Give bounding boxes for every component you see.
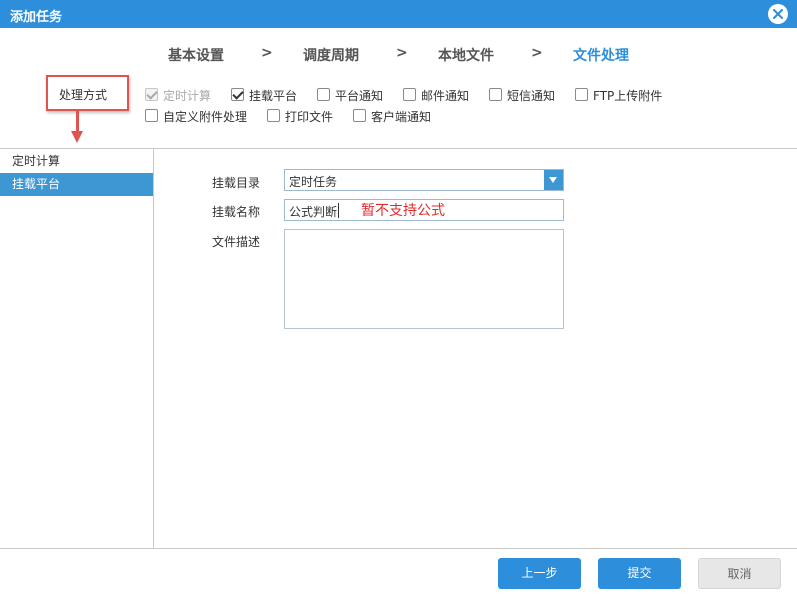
wizard-steps: 基本设置 > 调度周期 > 本地文件 > 文件处理 — [0, 45, 797, 67]
file-desc-label: 文件描述 — [212, 235, 261, 249]
checkbox[interactable] — [145, 88, 158, 101]
window-title: 添加任务 — [10, 10, 63, 25]
checkbox[interactable] — [489, 88, 502, 101]
step-separator: > — [261, 45, 273, 61]
checkbox[interactable] — [353, 109, 366, 122]
processing-mode-label: 处理方式 — [46, 75, 129, 111]
chevron-down-icon[interactable] — [544, 170, 563, 190]
step-separator: > — [531, 45, 543, 61]
option-label: 定时计算 — [163, 89, 212, 103]
option-label: 邮件通知 — [421, 89, 470, 103]
mount-dir-label: 挂载目录 — [212, 176, 261, 190]
processing-mode-text: 处理方式 — [59, 88, 108, 102]
submit-button[interactable]: 提交 — [598, 558, 681, 589]
mount-dir-select[interactable]: 定时任务 — [284, 169, 564, 191]
footer-divider — [0, 548, 797, 549]
checkbox[interactable] — [267, 109, 280, 122]
formula-unsupported-note: 暂不支持公式 — [361, 203, 445, 219]
option-label: 挂载平台 — [249, 89, 298, 103]
checkbox[interactable] — [317, 88, 330, 101]
mount-dir-value: 定时任务 — [289, 175, 338, 189]
checkbox[interactable] — [403, 88, 416, 101]
option-label: 自定义附件处理 — [163, 110, 248, 124]
checkbox[interactable] — [575, 88, 588, 101]
option-label: FTP上传附件 — [593, 89, 663, 103]
option-label: 客户端通知 — [371, 110, 432, 124]
title-bar: 添加任务 — [0, 0, 797, 28]
mount-name-value: 公式判断 — [289, 205, 338, 219]
sidebar-divider — [153, 149, 154, 549]
option-label: 平台通知 — [335, 89, 384, 103]
sidebar-item-mount-platform[interactable]: 挂载平台 — [0, 173, 153, 196]
step-local-file[interactable]: 本地文件 — [438, 45, 494, 65]
option-label: 打印文件 — [285, 110, 334, 124]
sidebar-item-scheduled-calc[interactable]: 定时计算 — [0, 150, 153, 173]
text-caret — [338, 203, 339, 218]
annotation-arrow-head — [71, 131, 83, 143]
step-separator: > — [396, 45, 408, 61]
prev-step-button[interactable]: 上一步 — [498, 558, 581, 589]
checkbox[interactable] — [145, 109, 158, 122]
step-file-processing[interactable]: 文件处理 — [573, 45, 629, 65]
cancel-button[interactable]: 取消 — [698, 558, 781, 589]
option-label: 短信通知 — [507, 89, 556, 103]
step-basic-settings[interactable]: 基本设置 — [168, 45, 224, 65]
divider — [0, 148, 797, 149]
close-icon[interactable] — [768, 4, 788, 24]
mount-name-label: 挂载名称 — [212, 205, 261, 219]
file-desc-textarea[interactable] — [284, 229, 564, 329]
step-schedule[interactable]: 调度周期 — [303, 45, 359, 65]
checkbox[interactable] — [231, 88, 244, 101]
